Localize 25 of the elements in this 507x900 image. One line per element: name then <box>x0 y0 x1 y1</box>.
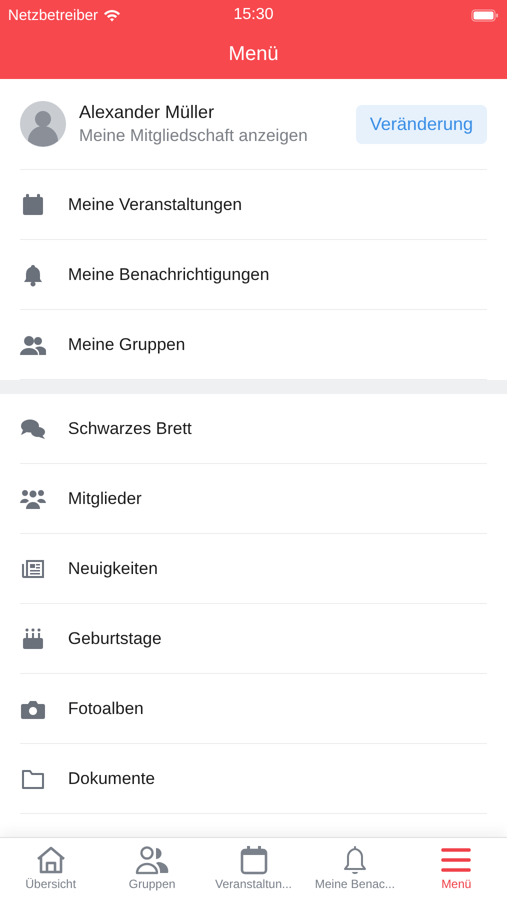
people-icon <box>134 844 170 876</box>
menu-item[interactable]: Geburtstage <box>20 604 487 674</box>
cake-icon <box>20 626 46 650</box>
status-time: 15:30 <box>233 6 274 24</box>
tab[interactable]: Gruppen <box>101 838 203 900</box>
chat-icon <box>20 416 46 440</box>
menu-item[interactable]: Mitglieder <box>20 464 487 534</box>
avatar-icon <box>20 101 66 147</box>
wifi-icon <box>103 8 122 22</box>
menu-item[interactable]: Fotoalben <box>20 674 487 744</box>
carrier-name: Netzbetreiber <box>8 6 98 24</box>
profile-subtitle[interactable]: Meine Mitgliedschaft anzeigen <box>79 126 356 146</box>
tab[interactable]: Übersicht <box>0 838 102 900</box>
profile-name: Alexander Müller <box>79 102 216 123</box>
menu-item[interactable]: Meine Veranstaltungen <box>20 170 487 240</box>
calendar-icon <box>20 192 46 216</box>
tab[interactable]: Veranstaltun... <box>202 838 304 900</box>
menu-item[interactable]: Dokumente <box>20 744 487 814</box>
tab[interactable]: Menü <box>406 838 507 900</box>
menu-item[interactable]: Neuigkeiten <box>20 534 487 604</box>
menu-item[interactable]: Meine Benachrichtigungen <box>20 240 487 310</box>
nav-title: Menü <box>228 43 279 66</box>
menu-item[interactable]: Schwarzes Brett <box>20 394 487 464</box>
tab[interactable]: Meine Benac... <box>304 838 406 900</box>
battery-icon <box>471 8 499 22</box>
